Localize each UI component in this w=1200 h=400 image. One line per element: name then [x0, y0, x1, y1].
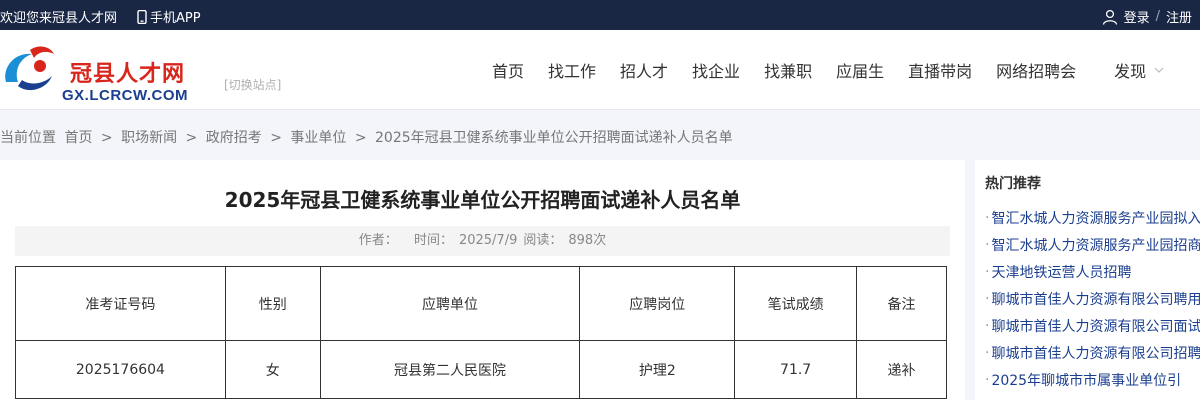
site-logo[interactable]: 冠县人才网 GX.LCRCW.COM — [0, 42, 200, 104]
chevron-down-icon — [1154, 67, 1164, 73]
bullet-icon: · — [985, 236, 990, 253]
list-item[interactable]: · 智汇水城人力资源服务产业园拟入 — [985, 204, 1200, 231]
col-header-position: 应聘岗位 — [579, 266, 736, 341]
list-item[interactable]: · 聊城市首佳人力资源有限公司招聘 — [985, 339, 1200, 366]
reads-label: 阅读： — [523, 233, 563, 248]
nav-part-time[interactable]: 找兼职 — [752, 58, 824, 82]
col-header-gender: 性别 — [224, 266, 321, 341]
cell-gender: 女 — [224, 340, 321, 399]
cell-remark: 递补 — [856, 340, 947, 399]
cell-unit: 冠县第二人民医院 — [319, 340, 581, 399]
phone-icon — [137, 9, 147, 24]
list-item-label: 智汇水城人力资源服务产业园招商 — [991, 237, 1200, 254]
list-item[interactable]: · 天津地铁运营人员招聘 — [985, 258, 1200, 285]
nav-online-fair[interactable]: 网络招聘会 — [984, 58, 1088, 82]
reads-value: 898次 — [568, 233, 607, 248]
list-item-label: 智汇水城人力资源服务产业园拟入 — [991, 210, 1200, 227]
nav-find-job[interactable]: 找工作 — [536, 58, 608, 82]
breadcrumb-news[interactable]: 职场新闻 — [121, 130, 177, 146]
breadcrumb-label: 当前位置 — [0, 130, 56, 146]
article-panel: 2025年冠县卫健系统事业单位公开招聘面试递补人员名单 作者： 时间： 2025/… — [0, 160, 965, 400]
mobile-app-link[interactable]: 手机APP — [137, 7, 201, 26]
nav-home[interactable]: 首页 — [480, 58, 536, 82]
list-item[interactable]: · 聊城市首佳人力资源有限公司聘用 — [985, 285, 1200, 312]
list-item[interactable]: · 2025年聊城市市属事业单位引 — [985, 366, 1200, 393]
cell-score: 71.7 — [734, 340, 858, 399]
col-header-exam-number: 准考证号码 — [15, 266, 226, 341]
breadcrumb-separator: > — [270, 130, 282, 146]
site-header: 冠县人才网 GX.LCRCW.COM [切换站点] 首页 找工作 招人才 找企业… — [0, 30, 1200, 110]
breadcrumb-public-institution[interactable]: 事业单位 — [290, 130, 346, 146]
bullet-icon: · — [985, 371, 990, 388]
breadcrumb-separator: > — [354, 130, 367, 146]
bullet-icon: · — [985, 209, 990, 226]
col-header-score: 笔试成绩 — [734, 266, 858, 341]
hot-recommend-sidebar: 热门推荐 · 智汇水城人力资源服务产业园拟入 · 智汇水城人力资源服务产业园招商 ·… — [975, 160, 1200, 400]
article-meta: 作者： 时间： 2025/7/9 阅读： 898次 — [15, 226, 950, 256]
list-item[interactable]: · 聊城市首佳人力资源有限公司面试 — [985, 312, 1200, 339]
breadcrumb-separator: > — [100, 130, 113, 146]
breadcrumb-gov-exam[interactable]: 政府招考 — [206, 130, 262, 146]
nav-find-company[interactable]: 找企业 — [680, 58, 752, 82]
bullet-icon: · — [985, 317, 990, 334]
main-nav: 首页 找工作 招人才 找企业 找兼职 应届生 直播带岗 网络招聘会 发现 — [480, 30, 1176, 110]
register-link[interactable]: 注册 — [1166, 7, 1192, 26]
breadcrumb-home[interactable]: 首页 — [64, 130, 92, 146]
list-item-label: 聊城市首佳人力资源有限公司面试 — [991, 318, 1200, 335]
login-link[interactable]: 登录 — [1124, 7, 1150, 26]
author-label: 作者： — [358, 233, 398, 248]
top-bar: 欢迎您来冠县人才网 手机APP 登录 / 注册 — [0, 0, 1200, 30]
welcome-text: 欢迎您来冠县人才网 — [0, 11, 118, 26]
nav-live-recruit[interactable]: 直播带岗 — [896, 58, 984, 82]
bullet-icon: · — [985, 263, 990, 280]
time-value: 2025/7/9 — [458, 233, 518, 248]
list-item-label: 2025年聊城市市属事业单位引 — [991, 372, 1182, 389]
nav-graduates[interactable]: 应届生 — [824, 58, 896, 82]
bullet-icon: · — [985, 290, 990, 307]
nav-discover-label: 发现 — [1114, 62, 1147, 81]
breadcrumb-separator: > — [185, 130, 198, 146]
switch-site-link[interactable]: [切换站点] — [224, 76, 281, 93]
list-item-label: 聊城市首佳人力资源有限公司聘用 — [991, 291, 1200, 308]
logo-mark-icon — [5, 46, 54, 91]
list-item-label: 聊城市首佳人力资源有限公司招聘 — [991, 345, 1200, 362]
col-header-remark: 备注 — [856, 266, 947, 341]
candidate-table: 准考证号码 性别 应聘单位 应聘岗位 笔试成绩 备注 2025176604 女 … — [15, 266, 947, 399]
logo-english-text: GX.LCRCW.COM — [62, 87, 188, 104]
separator: / — [1155, 9, 1160, 24]
nav-discover[interactable]: 发现 — [1102, 58, 1176, 82]
list-item[interactable]: · 智汇水城人力资源服务产业园招商 — [985, 231, 1200, 258]
user-icon — [1102, 9, 1117, 25]
mobile-app-label: 手机APP — [150, 11, 201, 26]
table-row: 2025176604 女 冠县第二人民医院 护理2 71.7 递补 — [15, 340, 947, 399]
breadcrumb-current: 2025年冠县卫健系统事业单位公开招聘面试递补人员名单 — [375, 130, 733, 146]
sidebar-title: 热门推荐 — [985, 176, 1041, 192]
table-header-row: 准考证号码 性别 应聘单位 应聘岗位 笔试成绩 备注 — [15, 266, 947, 341]
breadcrumb: 当前位置 首页 > 职场新闻 > 政府招考 > 事业单位 > 2025年冠县卫健… — [0, 127, 737, 147]
time-label: 时间： — [413, 233, 453, 248]
logo-chinese-text: 冠县人才网 — [70, 62, 186, 87]
list-item-label: 天津地铁运营人员招聘 — [991, 264, 1132, 281]
account-links: 登录 / 注册 — [1102, 7, 1192, 26]
cell-position: 护理2 — [579, 340, 736, 399]
hot-recommend-list: · 智汇水城人力资源服务产业园拟入 · 智汇水城人力资源服务产业园招商 · 天津地铁运… — [985, 204, 1200, 393]
bullet-icon: · — [985, 344, 990, 361]
cell-exam-number: 2025176604 — [15, 340, 226, 399]
article-title: 2025年冠县卫健系统事业单位公开招聘面试递补人员名单 — [224, 188, 741, 212]
col-header-unit: 应聘单位 — [319, 266, 581, 341]
nav-recruit[interactable]: 招人才 — [608, 58, 680, 82]
